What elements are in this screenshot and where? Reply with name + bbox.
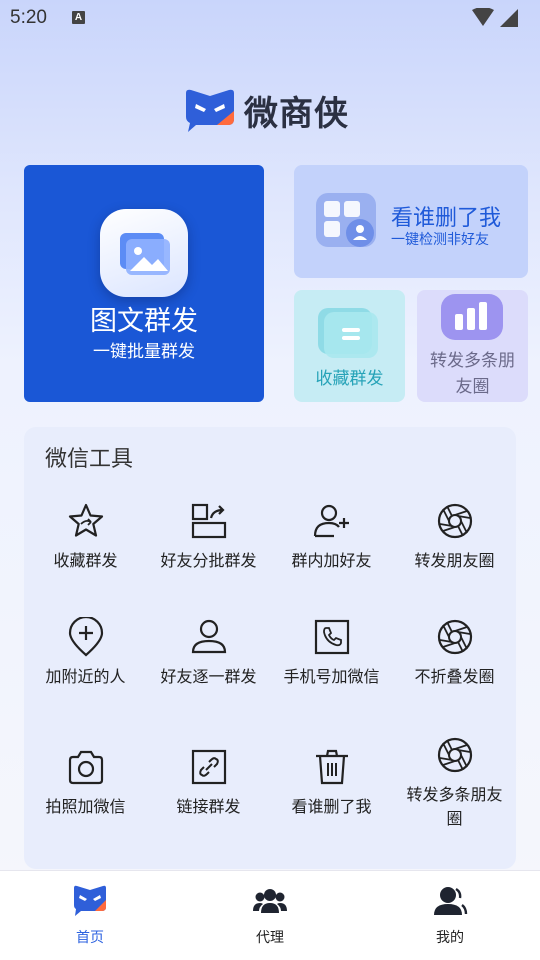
app-name: 微商侠 <box>244 93 349 134</box>
profile-icon <box>434 887 468 915</box>
app-logo-icon <box>186 89 234 132</box>
cellular-signal-icon <box>500 9 518 27</box>
aperture-icon <box>437 503 472 539</box>
tool-label: 群内加好友 <box>291 551 372 570</box>
tool-photo-add-wechat[interactable]: 拍照加微信 <box>24 747 147 819</box>
tool-label: 看谁删了我 <box>291 797 372 816</box>
signal-status-icons <box>472 8 518 27</box>
agents-icon <box>253 889 287 913</box>
phone-icon <box>314 619 349 655</box>
status-bar: 5:20 A <box>0 0 540 36</box>
nav-label: 首页 <box>76 930 104 946</box>
card-title: 看谁删了我 <box>391 206 502 231</box>
card-title: 转发多条朋友圈 <box>430 351 515 397</box>
nav-tab-agents[interactable]: 代理 <box>210 883 330 947</box>
card-title: 收藏群发 <box>315 369 384 389</box>
tool-group-add-friends[interactable]: 群内加好友 <box>270 501 393 573</box>
star-icon <box>68 503 103 537</box>
tool-label: 链接群发 <box>176 797 241 816</box>
tool-label: 不折叠发圈 <box>414 667 495 686</box>
tool-forward-moments[interactable]: 转发朋友圈 <box>393 501 516 573</box>
tool-check-deleted[interactable]: 看谁删了我 <box>270 747 393 819</box>
aperture-icon <box>437 737 472 773</box>
tool-label: 加附近的人 <box>45 667 126 686</box>
image-icon <box>100 209 188 297</box>
tool-label: 转发朋友圈 <box>414 551 495 570</box>
nav-tab-profile[interactable]: 我的 <box>390 883 510 947</box>
home-logo-icon <box>74 885 106 916</box>
add-person-icon <box>313 504 349 538</box>
tool-forward-multiple-moments[interactable]: 转发多条朋友圈 <box>393 735 516 831</box>
card-subtitle: 一键检测非好友 <box>391 232 489 248</box>
tool-label: 收藏群发 <box>53 551 118 570</box>
app-header: 微商侠 <box>184 86 349 134</box>
link-icon <box>191 749 226 785</box>
batch-send-icon <box>191 503 226 539</box>
forward-moments-card[interactable]: 转发多条朋友圈 <box>417 290 528 402</box>
wechat-tools-panel: 微信工具 收藏群发 好友分批群发 群内加好友 转发朋友圈 加附近的人 好友逐一群… <box>24 427 516 869</box>
tool-label: 转发多条朋友圈 <box>406 785 503 828</box>
tool-label: 好友分批群发 <box>160 551 257 570</box>
card-title: 图文群发 <box>90 306 198 337</box>
aperture-icon <box>437 619 472 655</box>
wifi-icon <box>472 8 494 26</box>
tool-label: 手机号加微信 <box>283 667 380 686</box>
favorites-icon <box>318 308 378 358</box>
card-subtitle: 一键批量群发 <box>93 342 195 362</box>
tool-no-fold-post[interactable]: 不折叠发圈 <box>393 617 516 689</box>
contacts-grid-icon <box>316 193 376 247</box>
location-plus-icon <box>68 617 103 657</box>
tool-favorites-broadcast[interactable]: 收藏群发 <box>24 501 147 573</box>
nav-label: 我的 <box>436 930 464 946</box>
bottom-navigation: 首页 代理 我的 <box>0 870 540 960</box>
section-title: 微信工具 <box>45 447 134 472</box>
tool-link-broadcast[interactable]: 链接群发 <box>147 747 270 819</box>
nav-tab-home[interactable]: 首页 <box>30 883 150 947</box>
image-text-broadcast-card[interactable]: 图文群发 一键批量群发 <box>24 165 264 402</box>
trash-icon <box>315 749 348 785</box>
camera-icon <box>68 750 103 785</box>
tool-label: 好友逐一群发 <box>160 667 257 686</box>
tool-add-nearby[interactable]: 加附近的人 <box>24 617 147 689</box>
status-time: 5:20 <box>10 7 47 28</box>
tool-phone-add-wechat[interactable]: 手机号加微信 <box>270 617 393 689</box>
tool-label: 拍照加微信 <box>45 797 126 816</box>
notification-icon: A <box>72 11 85 24</box>
chart-bubble-icon <box>441 294 503 340</box>
tool-batch-broadcast[interactable]: 好友分批群发 <box>147 501 270 573</box>
tool-one-by-one-broadcast[interactable]: 好友逐一群发 <box>147 617 270 689</box>
check-deleted-card[interactable]: 看谁删了我 一键检测非好友 <box>294 165 528 278</box>
favorites-broadcast-card[interactable]: 收藏群发 <box>294 290 405 402</box>
nav-label: 代理 <box>256 930 284 946</box>
person-icon <box>191 619 226 654</box>
